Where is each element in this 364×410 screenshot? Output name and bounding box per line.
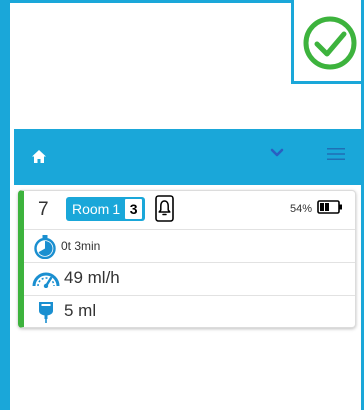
hamburger-menu-icon[interactable] xyxy=(327,147,345,161)
chevron-down-icon[interactable] xyxy=(270,148,284,158)
volume-value: 5 ml xyxy=(64,301,97,320)
status-indicator xyxy=(291,0,364,84)
speedometer-icon xyxy=(32,272,60,288)
card-header-row: 7 Room 1 3 54% xyxy=(24,191,355,230)
volume-row: 5 ml xyxy=(24,295,355,328)
rate-row: 49 ml/h xyxy=(24,262,355,296)
bed-number: 7 xyxy=(38,199,49,220)
room-badge: Room 1 3 xyxy=(66,197,146,221)
patient-card[interactable]: 7 Room 1 3 54% 0t 3min 49 ml/h 5 ml xyxy=(18,190,356,328)
stopwatch-icon xyxy=(34,235,56,259)
room-label: Room xyxy=(72,201,110,217)
battery-percent: 54% xyxy=(290,203,313,215)
battery-icon xyxy=(317,200,342,214)
infusion-bag-icon xyxy=(39,302,53,323)
header-bar xyxy=(14,129,364,185)
bed-box: 3 xyxy=(124,198,144,220)
timer-row: 0t 3min xyxy=(24,229,355,263)
home-icon[interactable] xyxy=(32,150,46,163)
phone-bell-icon xyxy=(155,195,174,222)
timer-value: 0t 3min xyxy=(61,239,101,253)
check-circle-icon xyxy=(303,16,357,70)
room-number: 1 xyxy=(112,201,121,217)
rate-value: 49 ml/h xyxy=(64,268,120,287)
